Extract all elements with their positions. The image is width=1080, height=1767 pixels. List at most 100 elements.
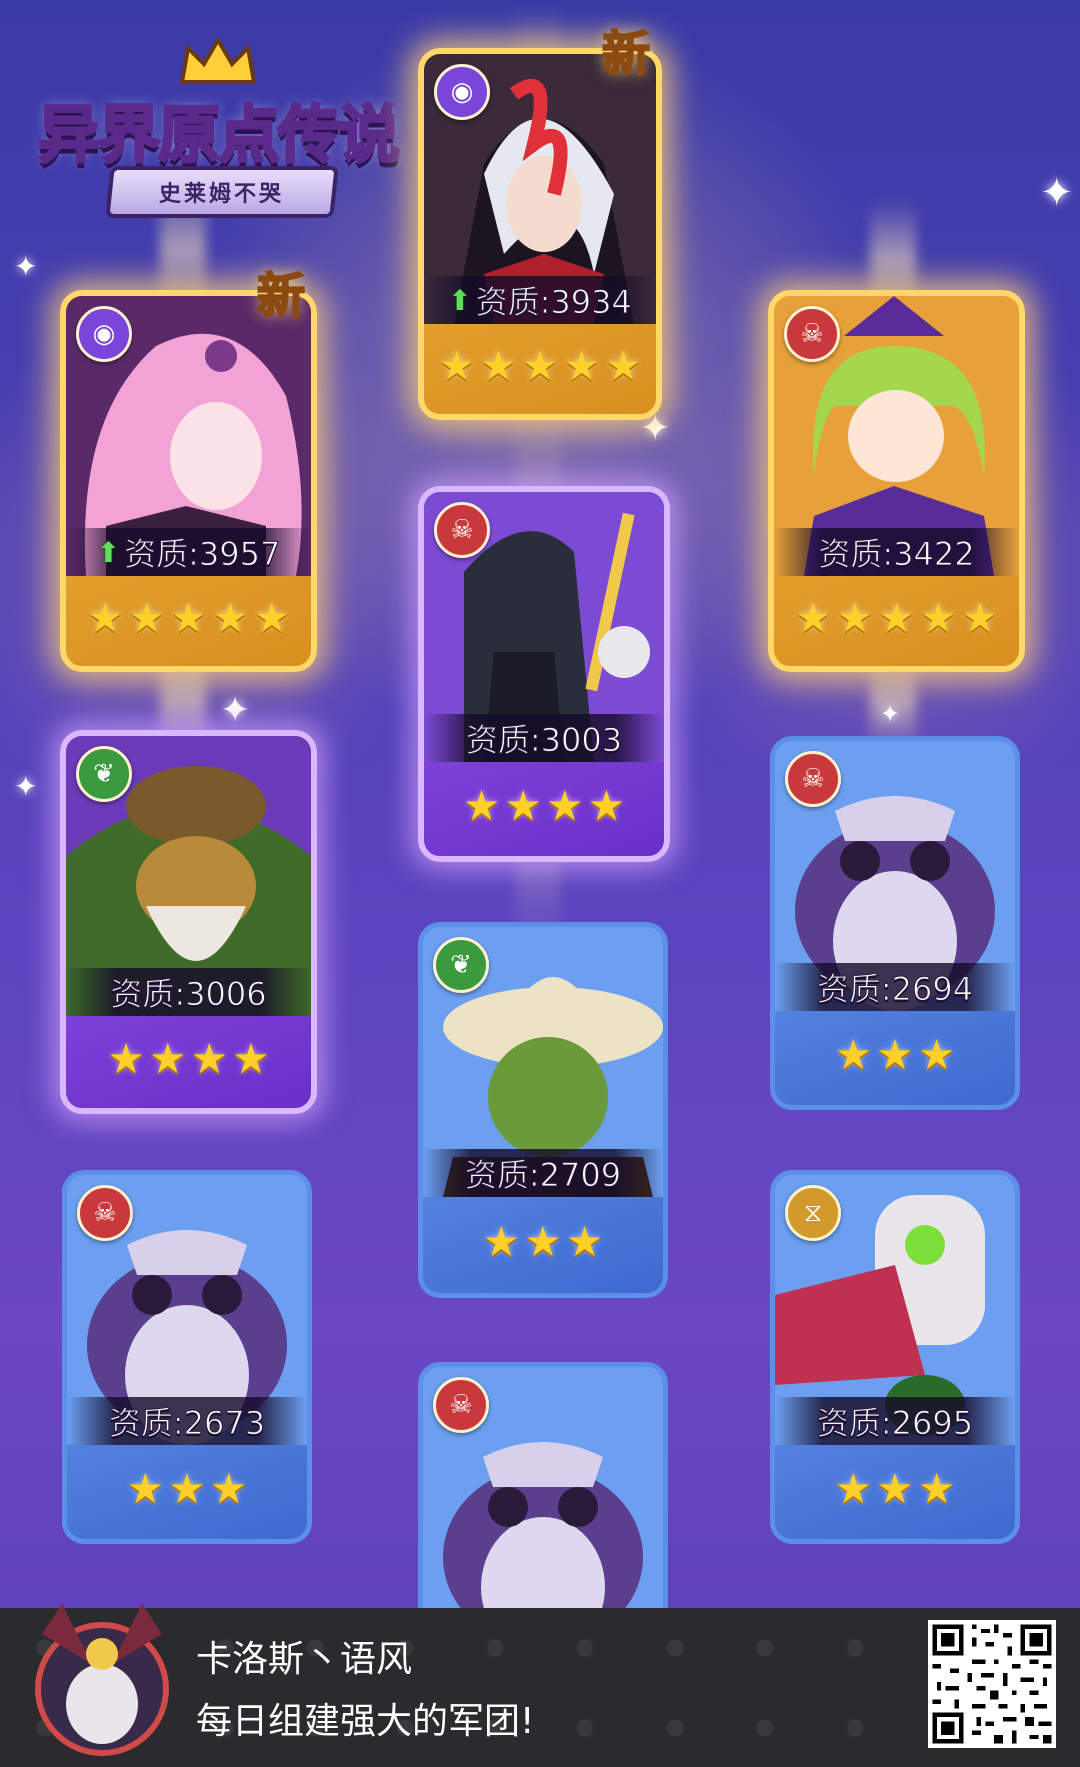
star-rating: ★ ★ ★	[67, 1468, 307, 1510]
avatar[interactable]	[22, 1594, 182, 1764]
quality-value: 资质:2673	[108, 1404, 266, 1443]
star-rating: ★ ★ ★ ★	[66, 1038, 311, 1080]
quality-value: 资质:3422	[818, 535, 975, 574]
new-badge: 新	[256, 267, 306, 325]
quality-bar: 资质:3003	[424, 714, 664, 762]
quality-value: 资质:3957	[124, 535, 281, 574]
skull-icon: ☠	[784, 306, 840, 362]
star-icon: ★	[168, 1464, 206, 1513]
sparkle-icon: ✦	[14, 250, 38, 283]
skull-icon: ☠	[433, 1377, 489, 1433]
star-rating: ★ ★ ★ ★ ★	[424, 345, 656, 387]
sparkle-icon: ✦	[1040, 170, 1074, 216]
sparkle-icon: ✦	[220, 690, 251, 731]
new-badge: 新	[601, 25, 651, 83]
quality-value: 资质:3934	[475, 283, 632, 322]
star-icon: ★	[86, 593, 125, 642]
hero-card[interactable]: ⧖ 资质:2695 ★ ★ ★	[770, 1170, 1020, 1544]
star-icon: ★	[190, 1034, 229, 1083]
star-icon: ★	[917, 1030, 956, 1079]
sparkle-icon: ✦	[880, 700, 901, 728]
star-icon: ★	[232, 1034, 270, 1083]
sparkle-icon: ✦	[14, 770, 38, 803]
star-icon: ★	[252, 593, 291, 642]
quality-value: 资质:3003	[465, 721, 623, 760]
star-icon: ★	[877, 593, 916, 642]
hero-card[interactable]: ◉ ⬆ 资质:3934 ★ ★ ★ ★ ★	[418, 48, 662, 420]
star-icon: ★	[482, 1217, 521, 1266]
quality-bar: 资质:2694	[775, 963, 1015, 1011]
star-icon: ★	[836, 593, 874, 642]
star-icon: ★	[462, 781, 501, 830]
crown-icon	[179, 38, 257, 84]
star-icon: ★	[834, 1030, 873, 1079]
upgrade-arrow-icon: ⬆	[96, 535, 121, 569]
star-icon: ★	[565, 1217, 604, 1266]
star-icon: ★	[479, 341, 518, 390]
star-rating: ★ ★ ★ ★ ★	[66, 597, 311, 639]
quality-value: 资质:3006	[110, 975, 267, 1014]
hero-card[interactable]: ◉ ⬆ 资质:3957 ★ ★ ★ ★ ★	[60, 290, 317, 672]
star-icon: ★	[919, 593, 957, 642]
gold-element-icon: ⧖	[785, 1185, 841, 1241]
skull-icon: ☠	[785, 751, 841, 807]
quality-bar: 资质:2673	[67, 1397, 307, 1445]
star-icon: ★	[917, 1464, 956, 1513]
quality-bar: 资质:2709	[423, 1149, 663, 1197]
star-icon: ★	[107, 1034, 145, 1083]
star-icon: ★	[437, 341, 476, 390]
star-icon: ★	[546, 781, 584, 830]
eye-icon: ◉	[76, 306, 132, 362]
star-rating: ★ ★ ★ ★ ★	[774, 597, 1019, 639]
skull-icon: ☠	[77, 1185, 133, 1241]
upgrade-arrow-icon: ⬆	[448, 283, 472, 317]
star-icon: ★	[209, 1464, 248, 1513]
quality-bar: 资质:2695	[775, 1397, 1015, 1445]
star-icon: ★	[876, 1464, 914, 1513]
star-rating: ★ ★ ★ ★	[424, 785, 664, 827]
hero-card[interactable]: ❦ 资质:3006 ★ ★ ★ ★	[60, 730, 317, 1114]
star-icon: ★	[521, 341, 559, 390]
star-icon: ★	[562, 341, 601, 390]
hero-card[interactable]: ☠ 资质:3422 ★ ★ ★ ★ ★	[768, 290, 1025, 672]
hero-card[interactable]: ☠ 资质:2673 ★ ★ ★	[62, 1170, 312, 1544]
star-icon: ★	[128, 593, 166, 642]
star-icon: ★	[960, 593, 999, 642]
logo-ribbon: 史莱姆不哭	[105, 166, 339, 218]
star-icon: ★	[169, 593, 208, 642]
qr-code-icon[interactable]	[928, 1620, 1056, 1748]
quality-bar: ⬆ 资质:3934	[424, 276, 656, 324]
star-icon: ★	[794, 593, 833, 642]
quality-bar: 资质:3006	[66, 968, 311, 1016]
star-rating: ★ ★ ★	[775, 1034, 1015, 1076]
star-icon: ★	[126, 1464, 165, 1513]
logo-title: 异界原点传说	[36, 97, 401, 173]
eye-icon: ◉	[434, 64, 490, 120]
game-logo: 异界原点传说 史莱姆不哭	[28, 38, 408, 228]
star-icon: ★	[587, 781, 626, 830]
footer-bar: 卡洛斯丶语风 每日组建强大的军团!	[0, 1604, 1080, 1767]
quality-value: 资质:2695	[816, 1404, 974, 1443]
leaf-icon: ❦	[433, 937, 489, 993]
star-icon: ★	[876, 1030, 914, 1079]
quality-bar: 资质:3422	[774, 528, 1019, 576]
username: 卡洛斯丶语风	[196, 1639, 413, 1680]
hero-card[interactable]: ☠ 资质:3003 ★ ★ ★ ★	[418, 486, 670, 862]
slogan-text: 每日组建强大的军团!	[196, 1701, 535, 1742]
quality-value: 资质:2709	[464, 1156, 622, 1195]
star-icon: ★	[604, 341, 643, 390]
star-icon: ★	[148, 1034, 187, 1083]
star-icon: ★	[524, 1217, 562, 1266]
star-icon: ★	[211, 593, 249, 642]
quality-bar: ⬆ 资质:3957	[66, 528, 311, 576]
star-icon: ★	[504, 781, 542, 830]
logo-subtitle: 史莱姆不哭	[159, 182, 285, 207]
quality-value: 资质:2694	[816, 970, 974, 1009]
skull-icon: ☠	[434, 502, 490, 558]
leaf-icon: ❦	[76, 746, 132, 802]
star-icon: ★	[834, 1464, 873, 1513]
star-rating: ★ ★ ★	[423, 1221, 663, 1263]
hero-card[interactable]: ☠ 资质:2694 ★ ★ ★	[770, 736, 1020, 1110]
star-rating: ★ ★ ★	[775, 1468, 1015, 1510]
hero-card[interactable]: ❦ 资质:2709 ★ ★ ★	[418, 922, 668, 1298]
